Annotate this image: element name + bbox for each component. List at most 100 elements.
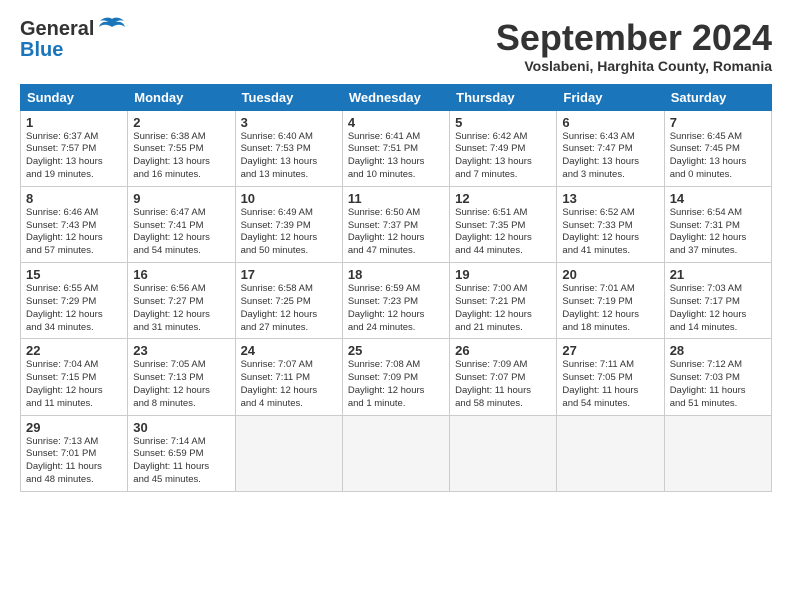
day-info: Sunrise: 7:14 AM Sunset: 6:59 PM Dayligh…: [133, 436, 209, 485]
day-cell: [235, 415, 342, 491]
day-info: Sunrise: 7:05 AM Sunset: 7:13 PM Dayligh…: [133, 359, 210, 408]
col-header-saturday: Saturday: [664, 84, 771, 110]
col-header-friday: Friday: [557, 84, 664, 110]
day-cell: 24Sunrise: 7:07 AM Sunset: 7:11 PM Dayli…: [235, 339, 342, 415]
day-cell: 10Sunrise: 6:49 AM Sunset: 7:39 PM Dayli…: [235, 186, 342, 262]
day-info: Sunrise: 6:55 AM Sunset: 7:29 PM Dayligh…: [26, 283, 103, 332]
day-cell: 17Sunrise: 6:58 AM Sunset: 7:25 PM Dayli…: [235, 263, 342, 339]
day-info: Sunrise: 7:12 AM Sunset: 7:03 PM Dayligh…: [670, 359, 746, 408]
day-number: 5: [455, 115, 551, 130]
logo: General Blue: [20, 18, 126, 62]
day-info: Sunrise: 6:52 AM Sunset: 7:33 PM Dayligh…: [562, 207, 639, 256]
day-number: 30: [133, 420, 229, 435]
day-cell: 4Sunrise: 6:41 AM Sunset: 7:51 PM Daylig…: [342, 110, 449, 186]
day-number: 11: [348, 191, 444, 206]
day-cell: [557, 415, 664, 491]
day-number: 20: [562, 267, 658, 282]
day-cell: 20Sunrise: 7:01 AM Sunset: 7:19 PM Dayli…: [557, 263, 664, 339]
day-cell: 18Sunrise: 6:59 AM Sunset: 7:23 PM Dayli…: [342, 263, 449, 339]
day-info: Sunrise: 7:08 AM Sunset: 7:09 PM Dayligh…: [348, 359, 425, 408]
day-cell: 13Sunrise: 6:52 AM Sunset: 7:33 PM Dayli…: [557, 186, 664, 262]
day-cell: 21Sunrise: 7:03 AM Sunset: 7:17 PM Dayli…: [664, 263, 771, 339]
week-row-4: 22Sunrise: 7:04 AM Sunset: 7:15 PM Dayli…: [21, 339, 772, 415]
day-cell: 28Sunrise: 7:12 AM Sunset: 7:03 PM Dayli…: [664, 339, 771, 415]
col-header-wednesday: Wednesday: [342, 84, 449, 110]
day-cell: 14Sunrise: 6:54 AM Sunset: 7:31 PM Dayli…: [664, 186, 771, 262]
header: General Blue September 2024 Voslabeni, H…: [20, 18, 772, 74]
day-info: Sunrise: 6:42 AM Sunset: 7:49 PM Dayligh…: [455, 131, 532, 180]
day-number: 6: [562, 115, 658, 130]
col-header-tuesday: Tuesday: [235, 84, 342, 110]
day-info: Sunrise: 6:46 AM Sunset: 7:43 PM Dayligh…: [26, 207, 103, 256]
day-number: 15: [26, 267, 122, 282]
month-title: September 2024: [496, 18, 772, 58]
day-number: 27: [562, 343, 658, 358]
day-info: Sunrise: 6:51 AM Sunset: 7:35 PM Dayligh…: [455, 207, 532, 256]
col-header-sunday: Sunday: [21, 84, 128, 110]
day-info: Sunrise: 6:43 AM Sunset: 7:47 PM Dayligh…: [562, 131, 639, 180]
day-cell: 8Sunrise: 6:46 AM Sunset: 7:43 PM Daylig…: [21, 186, 128, 262]
day-number: 12: [455, 191, 551, 206]
day-number: 29: [26, 420, 122, 435]
location-subtitle: Voslabeni, Harghita County, Romania: [496, 58, 772, 74]
day-cell: 5Sunrise: 6:42 AM Sunset: 7:49 PM Daylig…: [450, 110, 557, 186]
day-info: Sunrise: 7:01 AM Sunset: 7:19 PM Dayligh…: [562, 283, 639, 332]
day-info: Sunrise: 6:41 AM Sunset: 7:51 PM Dayligh…: [348, 131, 425, 180]
day-cell: [450, 415, 557, 491]
col-header-monday: Monday: [128, 84, 235, 110]
day-number: 17: [241, 267, 337, 282]
day-number: 25: [348, 343, 444, 358]
day-number: 3: [241, 115, 337, 130]
week-row-2: 8Sunrise: 6:46 AM Sunset: 7:43 PM Daylig…: [21, 186, 772, 262]
day-info: Sunrise: 6:49 AM Sunset: 7:39 PM Dayligh…: [241, 207, 318, 256]
day-number: 28: [670, 343, 766, 358]
day-cell: 26Sunrise: 7:09 AM Sunset: 7:07 PM Dayli…: [450, 339, 557, 415]
logo-bird-icon: [98, 17, 126, 39]
day-info: Sunrise: 6:37 AM Sunset: 7:57 PM Dayligh…: [26, 131, 103, 180]
col-header-thursday: Thursday: [450, 84, 557, 110]
day-number: 24: [241, 343, 337, 358]
day-cell: 12Sunrise: 6:51 AM Sunset: 7:35 PM Dayli…: [450, 186, 557, 262]
week-row-5: 29Sunrise: 7:13 AM Sunset: 7:01 PM Dayli…: [21, 415, 772, 491]
day-number: 18: [348, 267, 444, 282]
day-cell: 22Sunrise: 7:04 AM Sunset: 7:15 PM Dayli…: [21, 339, 128, 415]
day-number: 23: [133, 343, 229, 358]
day-info: Sunrise: 7:07 AM Sunset: 7:11 PM Dayligh…: [241, 359, 318, 408]
day-number: 9: [133, 191, 229, 206]
day-cell: 3Sunrise: 6:40 AM Sunset: 7:53 PM Daylig…: [235, 110, 342, 186]
day-info: Sunrise: 6:40 AM Sunset: 7:53 PM Dayligh…: [241, 131, 318, 180]
day-number: 16: [133, 267, 229, 282]
day-info: Sunrise: 6:47 AM Sunset: 7:41 PM Dayligh…: [133, 207, 210, 256]
day-info: Sunrise: 6:59 AM Sunset: 7:23 PM Dayligh…: [348, 283, 425, 332]
day-cell: 25Sunrise: 7:08 AM Sunset: 7:09 PM Dayli…: [342, 339, 449, 415]
day-cell: 2Sunrise: 6:38 AM Sunset: 7:55 PM Daylig…: [128, 110, 235, 186]
day-info: Sunrise: 6:58 AM Sunset: 7:25 PM Dayligh…: [241, 283, 318, 332]
week-row-3: 15Sunrise: 6:55 AM Sunset: 7:29 PM Dayli…: [21, 263, 772, 339]
day-cell: 30Sunrise: 7:14 AM Sunset: 6:59 PM Dayli…: [128, 415, 235, 491]
logo-blue-text: Blue: [20, 39, 63, 62]
day-info: Sunrise: 7:00 AM Sunset: 7:21 PM Dayligh…: [455, 283, 532, 332]
day-cell: 27Sunrise: 7:11 AM Sunset: 7:05 PM Dayli…: [557, 339, 664, 415]
day-info: Sunrise: 6:50 AM Sunset: 7:37 PM Dayligh…: [348, 207, 425, 256]
day-cell: 19Sunrise: 7:00 AM Sunset: 7:21 PM Dayli…: [450, 263, 557, 339]
day-number: 7: [670, 115, 766, 130]
day-number: 8: [26, 191, 122, 206]
day-number: 2: [133, 115, 229, 130]
day-info: Sunrise: 7:11 AM Sunset: 7:05 PM Dayligh…: [562, 359, 638, 408]
day-cell: 9Sunrise: 6:47 AM Sunset: 7:41 PM Daylig…: [128, 186, 235, 262]
day-info: Sunrise: 7:09 AM Sunset: 7:07 PM Dayligh…: [455, 359, 531, 408]
day-cell: 1Sunrise: 6:37 AM Sunset: 7:57 PM Daylig…: [21, 110, 128, 186]
day-number: 1: [26, 115, 122, 130]
day-number: 4: [348, 115, 444, 130]
day-info: Sunrise: 7:13 AM Sunset: 7:01 PM Dayligh…: [26, 436, 102, 485]
day-info: Sunrise: 6:54 AM Sunset: 7:31 PM Dayligh…: [670, 207, 747, 256]
day-number: 26: [455, 343, 551, 358]
day-number: 22: [26, 343, 122, 358]
day-info: Sunrise: 6:38 AM Sunset: 7:55 PM Dayligh…: [133, 131, 210, 180]
calendar-table: SundayMondayTuesdayWednesdayThursdayFrid…: [20, 84, 772, 492]
day-cell: [342, 415, 449, 491]
calendar-page: General Blue September 2024 Voslabeni, H…: [0, 0, 792, 612]
day-cell: 15Sunrise: 6:55 AM Sunset: 7:29 PM Dayli…: [21, 263, 128, 339]
day-cell: 11Sunrise: 6:50 AM Sunset: 7:37 PM Dayli…: [342, 186, 449, 262]
day-cell: 7Sunrise: 6:45 AM Sunset: 7:45 PM Daylig…: [664, 110, 771, 186]
